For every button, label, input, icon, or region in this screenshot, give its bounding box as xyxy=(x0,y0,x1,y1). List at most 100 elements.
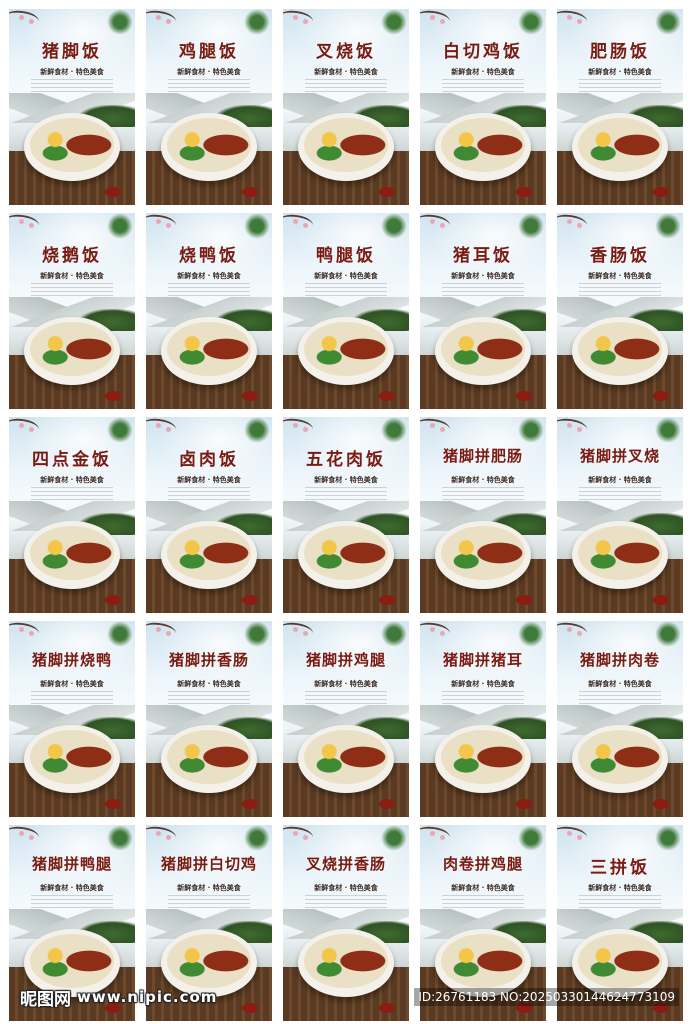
dish-photo xyxy=(578,730,662,784)
poster-title: 卤肉饭 xyxy=(179,450,239,470)
poster-card[interactable]: 卤肉饭 新鲜食材 · 特色美食 xyxy=(146,417,272,613)
poster-card[interactable]: 白切鸡饭 新鲜食材 · 特色美食 xyxy=(420,9,546,205)
description-lines xyxy=(579,895,661,909)
leaf-icon xyxy=(518,213,544,239)
poster-card[interactable]: 猪脚拼肉卷 新鲜食材 · 特色美食 xyxy=(557,621,683,817)
blossom-icon xyxy=(567,423,572,428)
poster-title: 猪脚拼烧鸭 xyxy=(31,651,112,669)
blossom-icon xyxy=(19,627,24,632)
poster-card[interactable]: 五花肉饭 新鲜食材 · 特色美食 xyxy=(283,417,409,613)
poster-tagline: 新鲜食材 · 特色美食 xyxy=(314,272,378,280)
poster-card[interactable]: 烧鹅饭 新鲜食材 · 特色美食 xyxy=(9,213,135,409)
site-url: www.nipic.com xyxy=(77,988,218,1006)
poster-card[interactable]: 四点金饭 新鲜食材 · 特色美食 xyxy=(9,417,135,613)
poster-tagline: 新鲜食材 · 特色美食 xyxy=(451,680,515,688)
rice-bowl xyxy=(24,317,120,385)
chili-icon xyxy=(105,187,121,197)
chili-icon xyxy=(516,187,532,197)
blossom-icon xyxy=(430,219,435,224)
poster-card[interactable]: 猪脚拼烧鸭新鲜食材 · 特色美食 xyxy=(9,621,135,817)
poster-card[interactable]: 烧鸭饭 新鲜食材 · 特色美食 xyxy=(146,213,272,409)
poster-card[interactable]: 猪耳饭 新鲜食材 · 特色美食 xyxy=(420,213,546,409)
poster-title: 肥肠饭 xyxy=(590,42,650,62)
poster-tagline: 新鲜食材 · 特色美食 xyxy=(451,476,515,484)
poster-title: 猪脚拼鸡腿 xyxy=(305,651,386,669)
rice-bowl xyxy=(24,725,120,793)
poster-tagline: 新鲜食材 · 特色美食 xyxy=(40,476,104,484)
leaf-icon xyxy=(244,621,270,647)
chili-icon xyxy=(105,799,121,809)
blossom-icon xyxy=(293,219,298,224)
poster-tagline: 新鲜食材 · 特色美食 xyxy=(177,272,241,280)
poster-card[interactable]: 猪脚拼猪耳 新鲜食材 · 特色美食 xyxy=(420,621,546,817)
dish-photo xyxy=(167,322,251,376)
poster-tagline: 新鲜食材 · 特色美食 xyxy=(314,884,378,892)
chili-icon xyxy=(653,799,669,809)
poster-card[interactable]: 鸡腿饭 新鲜食材 · 特色美食 xyxy=(146,9,272,205)
leaf-icon xyxy=(244,213,270,239)
description-lines xyxy=(305,895,387,909)
chili-icon xyxy=(242,799,258,809)
dish-photo xyxy=(30,526,114,580)
poster-card[interactable]: 猪脚饭 新鲜食材 · 特色美食 xyxy=(9,9,135,205)
poster-title: 肉卷拼鸡腿 xyxy=(442,855,523,873)
blossom-icon xyxy=(430,627,435,632)
chili-icon xyxy=(379,187,395,197)
leaf-icon xyxy=(244,825,270,851)
description-lines xyxy=(305,487,387,501)
poster-card[interactable]: 叉烧饭 新鲜食材 · 特色美食 xyxy=(283,9,409,205)
poster-title: 猪耳饭 xyxy=(453,246,513,266)
rice-bowl xyxy=(435,317,531,385)
chili-icon xyxy=(379,799,395,809)
description-lines xyxy=(168,79,250,93)
dish-photo xyxy=(30,934,114,988)
description-lines xyxy=(579,79,661,93)
poster-card[interactable]: 肥肠饭新鲜食材 · 特色美食 xyxy=(557,9,683,205)
poster-title: 猪脚拼叉烧 xyxy=(579,447,660,465)
poster-tagline: 新鲜食材 · 特色美食 xyxy=(588,68,652,76)
description-lines xyxy=(31,79,113,93)
poster-title: 香肠饭 xyxy=(590,246,650,266)
poster-card[interactable]: 香肠饭新鲜食材 · 特色美食 xyxy=(557,213,683,409)
blossom-icon xyxy=(293,15,298,20)
watermark-left: 昵图网 www.nipic.com xyxy=(20,985,217,1010)
blossom-icon xyxy=(303,835,308,840)
dish-photo xyxy=(167,730,251,784)
poster-card[interactable]: 鸭腿饭 新鲜食材 · 特色美食 xyxy=(283,213,409,409)
blossom-icon xyxy=(166,427,171,432)
chili-icon xyxy=(105,595,121,605)
poster-card[interactable]: 猪脚拼香肠新鲜食材 · 特色美食 xyxy=(146,621,272,817)
poster-card[interactable]: 猪脚拼叉烧 新鲜食材 · 特色美食 xyxy=(557,417,683,613)
description-lines xyxy=(31,283,113,297)
description-lines xyxy=(305,283,387,297)
dish-photo xyxy=(30,322,114,376)
leaf-icon xyxy=(381,417,407,443)
leaf-icon xyxy=(655,213,681,239)
poster-card[interactable]: 猪脚拼肥肠 新鲜食材 · 特色美食 xyxy=(420,417,546,613)
blossom-icon xyxy=(156,423,161,428)
poster-card[interactable]: 猪脚拼鸡腿 新鲜食材 · 特色美食 xyxy=(283,621,409,817)
poster-tagline: 新鲜食材 · 特色美食 xyxy=(177,680,241,688)
blossom-icon xyxy=(430,15,435,20)
poster-tagline: 新鲜食材 · 特色美食 xyxy=(40,272,104,280)
poster-tagline: 新鲜食材 · 特色美食 xyxy=(40,680,104,688)
description-lines xyxy=(579,283,661,297)
leaf-icon xyxy=(107,9,133,35)
poster-title: 猪脚拼白切鸡 xyxy=(160,855,257,873)
description-lines xyxy=(442,487,524,501)
blossom-icon xyxy=(577,427,582,432)
blossom-icon xyxy=(567,15,572,20)
leaf-icon xyxy=(518,621,544,647)
poster-title: 猪脚拼香肠 xyxy=(168,651,249,669)
dish-photo xyxy=(30,730,114,784)
leaf-icon xyxy=(518,417,544,443)
blossom-icon xyxy=(440,631,445,636)
rice-bowl xyxy=(298,317,394,385)
dish-photo xyxy=(441,322,525,376)
description-lines xyxy=(168,895,250,909)
blossom-icon xyxy=(567,831,572,836)
leaf-icon xyxy=(518,825,544,851)
poster-tagline: 新鲜食材 · 特色美食 xyxy=(588,272,652,280)
chili-icon xyxy=(242,595,258,605)
dish-photo xyxy=(167,526,251,580)
